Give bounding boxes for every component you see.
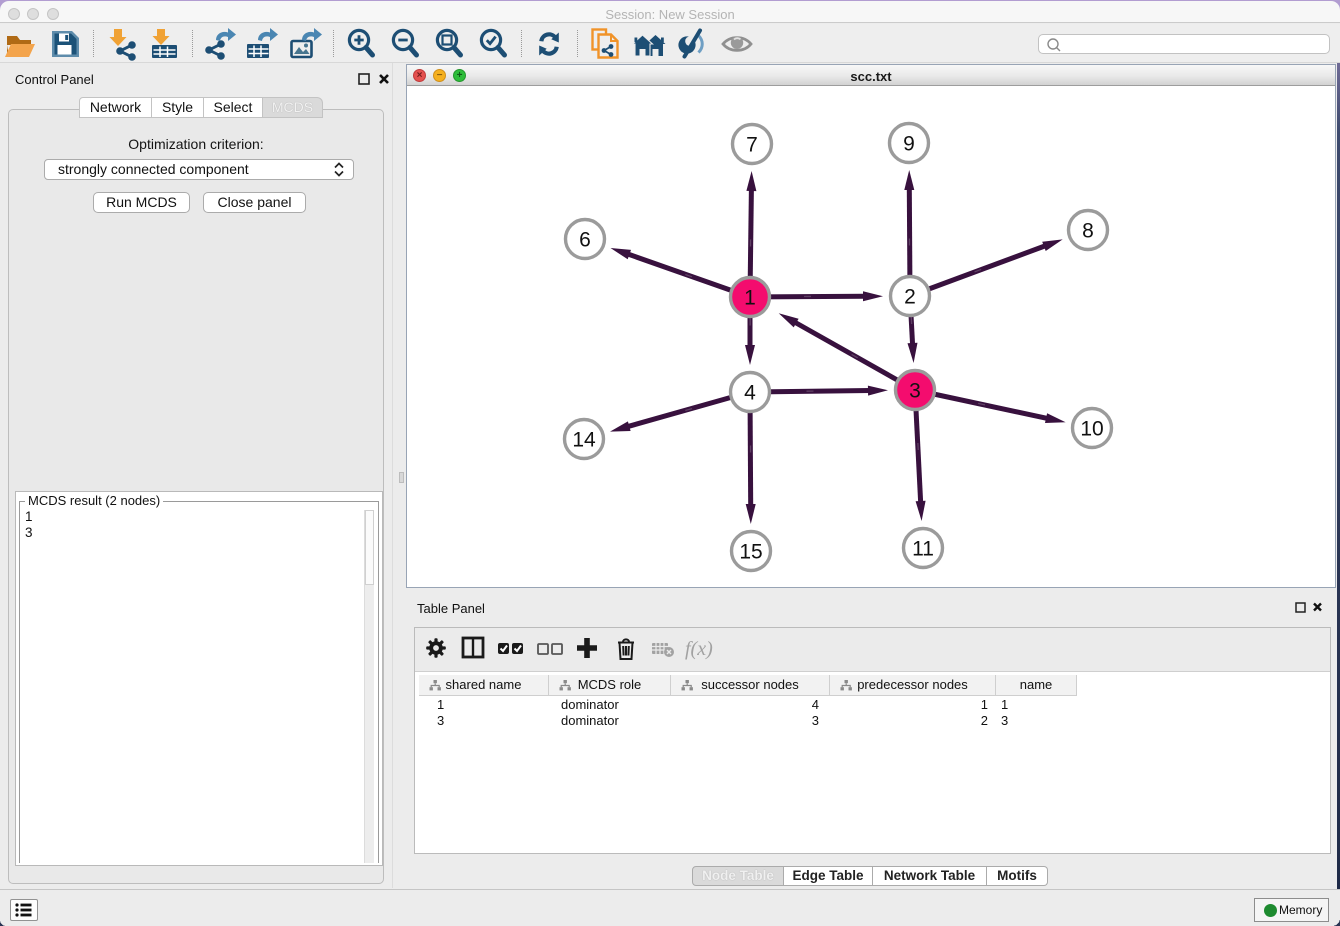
svg-text:8: 8 [1082, 220, 1094, 243]
svg-text:1: 1 [744, 287, 756, 310]
svg-text:3: 3 [909, 380, 921, 403]
svg-text:6: 6 [579, 229, 591, 252]
svg-text:4: 4 [744, 382, 756, 405]
svg-text:2: 2 [904, 286, 916, 309]
svg-text:f(x): f(x) [685, 638, 713, 660]
svg-text:11: 11 [912, 538, 934, 561]
svg-text:7: 7 [746, 134, 758, 157]
svg-text:15: 15 [739, 541, 762, 564]
svg-text:9: 9 [903, 133, 915, 156]
svg-text:14: 14 [572, 429, 596, 452]
svg-text:10: 10 [1080, 418, 1103, 441]
